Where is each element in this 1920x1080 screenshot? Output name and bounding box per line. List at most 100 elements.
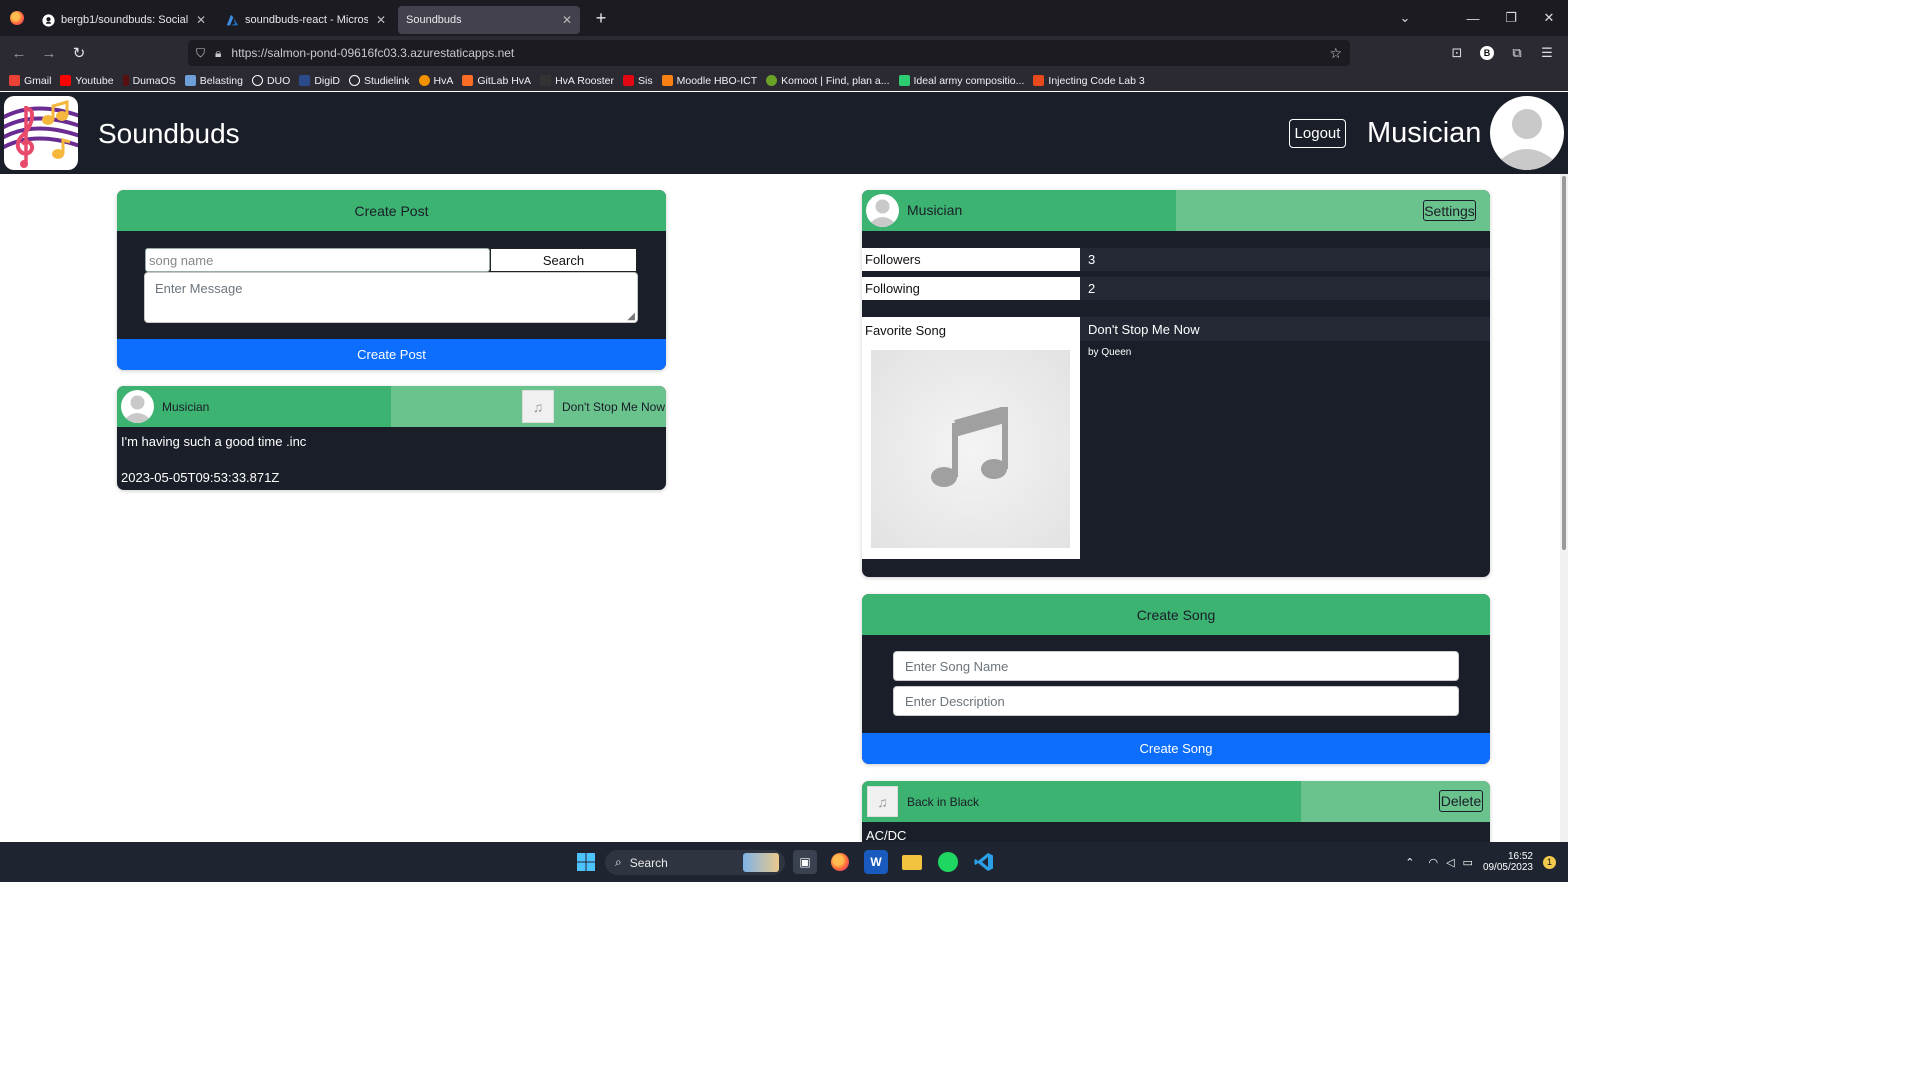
user-avatar[interactable]: [1490, 96, 1564, 170]
windows-taskbar: ⌕ Search ▣ W ⌃ ◠ ◁ ▭ 16:52 09/05/2023 1: [0, 842, 1568, 882]
favorite-song-title[interactable]: Don't Stop Me Now: [1080, 317, 1490, 341]
wifi-icon[interactable]: ◠: [1428, 856, 1438, 869]
azure-icon: [226, 14, 239, 27]
bookmark-label: DumaOS: [132, 74, 176, 87]
menu-icon[interactable]: ☰: [1532, 45, 1562, 61]
album-art[interactable]: [871, 350, 1070, 548]
logout-button[interactable]: Logout: [1289, 119, 1346, 148]
bookmark-label: Injecting Code Lab 3: [1048, 74, 1145, 87]
message-textarea[interactable]: Enter Message ◢: [144, 272, 638, 323]
message-placeholder: Enter Message: [155, 281, 243, 296]
bookmark-star-icon[interactable]: ☆: [1329, 45, 1342, 62]
restore-icon[interactable]: ❐: [1492, 10, 1530, 26]
url-bar[interactable]: ⛉ 🔒︎ https://salmon-pond-09616fc03.3.azu…: [188, 40, 1350, 66]
taskbar-search[interactable]: ⌕ Search: [605, 850, 785, 875]
pocket-icon[interactable]: ⊡: [1442, 45, 1472, 61]
bookmark-label: Gmail: [24, 74, 52, 87]
post-author[interactable]: Musician: [162, 400, 209, 414]
word-icon[interactable]: W: [864, 850, 888, 874]
bookmark-label: Komoot | Find, plan a...: [781, 74, 890, 87]
resize-handle-icon[interactable]: ◢: [627, 311, 635, 322]
windows-start-icon[interactable]: [574, 850, 598, 874]
song-name-input[interactable]: Enter Song Name: [893, 651, 1459, 681]
volume-icon[interactable]: ◁: [1446, 856, 1454, 869]
spotify-icon[interactable]: [936, 850, 960, 874]
task-view-icon[interactable]: ▣: [793, 850, 817, 874]
back-icon[interactable]: ←: [4, 45, 34, 62]
post-author-avatar[interactable]: [121, 390, 154, 423]
tab-azure[interactable]: soundbuds-react - Microsoft A ✕: [218, 6, 394, 34]
close-tab-icon[interactable]: ✕: [376, 13, 386, 27]
close-tab-icon[interactable]: ✕: [562, 13, 572, 27]
notification-badge[interactable]: 1: [1543, 855, 1556, 869]
tab-github[interactable]: bergb1/soundbuds: Social Med ✕: [34, 6, 214, 34]
profile-avatar[interactable]: [866, 194, 899, 227]
bookmark-hva-rooster[interactable]: HvA Rooster: [540, 75, 614, 87]
profile-card: Musician Settings Followers 3 Following …: [862, 190, 1490, 577]
bookmark-moodle[interactable]: Moodle HBO-ICT: [661, 75, 757, 87]
song-description-input[interactable]: Enter Description: [893, 686, 1459, 716]
file-explorer-icon[interactable]: [900, 850, 924, 874]
delete-song-button[interactable]: Delete: [1439, 790, 1483, 812]
vscode-icon[interactable]: [972, 850, 996, 874]
search-button[interactable]: Search: [490, 248, 637, 272]
page-scrollbar[interactable]: [1560, 174, 1568, 842]
bookmark-youtube[interactable]: Youtube: [60, 75, 114, 87]
tray-overflow-icon[interactable]: ⌃: [1405, 856, 1414, 869]
tab-title: bergb1/soundbuds: Social Med: [61, 14, 188, 26]
url-text: https://salmon-pond-09616fc03.3.azuresta…: [231, 46, 515, 60]
settings-button[interactable]: Settings: [1423, 200, 1476, 221]
song-search-input[interactable]: song name: [145, 248, 490, 272]
post-song-title[interactable]: Don't Stop Me Now: [562, 400, 665, 414]
account-icon[interactable]: B: [1480, 46, 1494, 60]
bookmark-studielink[interactable]: Studielink: [348, 74, 410, 87]
close-tab-icon[interactable]: ✕: [196, 13, 206, 27]
shield-icon[interactable]: ⛉: [196, 46, 205, 61]
bookmark-label: Ideal army compositio...: [913, 74, 1025, 87]
song-title[interactable]: Back in Black: [907, 795, 979, 809]
bookmark-sis[interactable]: Sis: [623, 75, 653, 87]
create-post-button[interactable]: Create Post: [117, 339, 666, 370]
lock-icon[interactable]: 🔒︎: [215, 46, 221, 61]
firefox-menu-icon[interactable]: [0, 0, 34, 36]
extensions-icon[interactable]: ⧉: [1502, 45, 1532, 61]
music-note-icon: [930, 407, 1008, 487]
profile-username: Musician: [907, 202, 963, 218]
header-username[interactable]: Musician: [1367, 117, 1481, 150]
list-tabs-icon[interactable]: ⌄: [1386, 10, 1424, 26]
followers-count[interactable]: 3: [1080, 248, 1490, 271]
bookmark-ideal-army[interactable]: Ideal army compositio...: [898, 74, 1025, 87]
github-icon: [42, 13, 55, 27]
firefox-taskbar-icon[interactable]: [828, 850, 852, 874]
bookmark-hva[interactable]: HvA: [418, 75, 453, 87]
rooster-icon: [540, 75, 552, 86]
clock[interactable]: 16:52 09/05/2023: [1483, 851, 1533, 873]
dumaos-icon: [122, 75, 129, 86]
following-count[interactable]: 2: [1080, 277, 1490, 300]
search-highlight-icon: [743, 853, 779, 872]
bookmark-belasting[interactable]: Belasting: [184, 75, 243, 87]
bookmark-injecting-code[interactable]: Injecting Code Lab 3: [1033, 74, 1145, 87]
forward-icon[interactable]: →: [34, 45, 64, 62]
close-window-icon[interactable]: ✕: [1530, 10, 1568, 26]
new-tab-icon[interactable]: +: [590, 8, 612, 29]
tab-soundbuds[interactable]: Soundbuds ✕: [398, 6, 580, 34]
bookmark-dumaos[interactable]: DumaOS: [122, 74, 176, 87]
soundbuds-logo[interactable]: [4, 96, 78, 170]
bookmark-gmail[interactable]: Gmail: [9, 75, 51, 87]
create-song-header: Create Song: [862, 594, 1490, 635]
minimize-icon[interactable]: —: [1454, 11, 1492, 26]
favorite-song-panel: Favorite Song: [862, 317, 1080, 559]
bookmark-label: Studielink: [363, 74, 410, 87]
create-song-button[interactable]: Create Song: [862, 733, 1490, 764]
reload-icon[interactable]: ↻: [64, 44, 94, 62]
scrollbar-thumb[interactable]: [1562, 176, 1566, 550]
favorite-song-label: Favorite Song: [865, 323, 946, 338]
music-note-icon: ♫: [867, 786, 898, 817]
bookmark-komoot[interactable]: Komoot | Find, plan a...: [766, 74, 890, 87]
bookmark-digid[interactable]: DigiD: [299, 75, 340, 87]
bookmark-duo[interactable]: DUO: [251, 75, 290, 87]
bookmark-gitlab[interactable]: GitLab HvA: [462, 75, 531, 87]
battery-icon[interactable]: ▭: [1463, 856, 1473, 869]
app-title[interactable]: Soundbuds: [98, 118, 240, 150]
